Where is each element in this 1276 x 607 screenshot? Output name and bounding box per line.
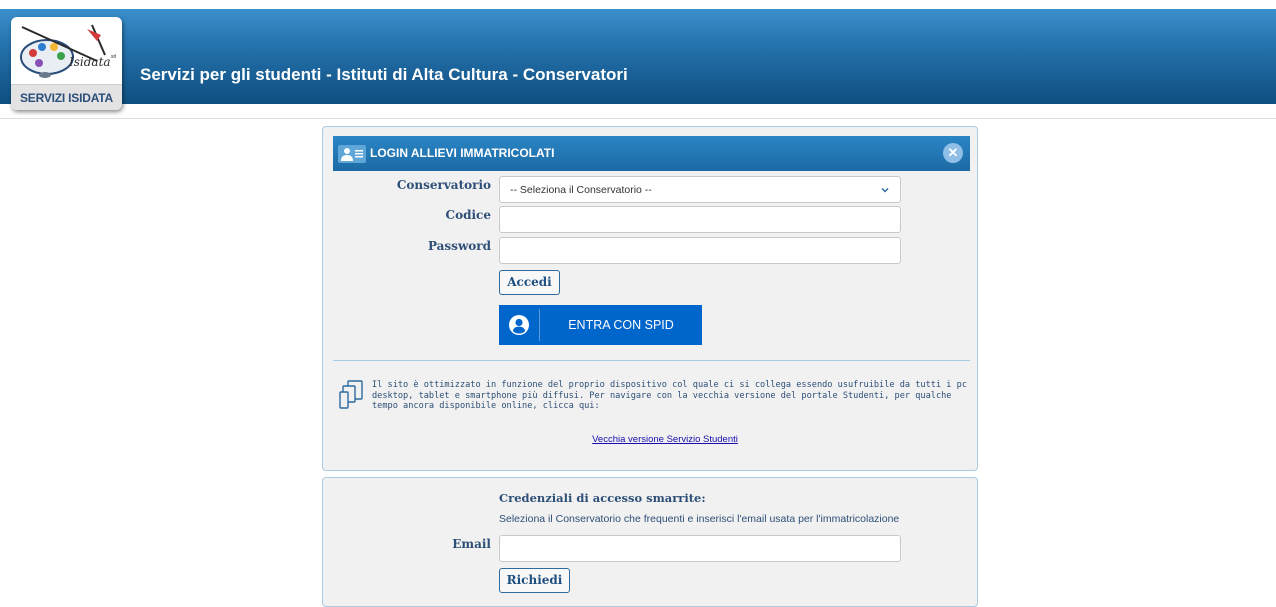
logo-label: SERVIZI ISIDATA [11, 84, 122, 110]
header-separator [0, 118, 1276, 119]
email-label: Email [452, 537, 491, 551]
recover-subtitle: Seleziona il Conservatorio che frequenti… [499, 513, 900, 525]
isidata-logo[interactable]: Isidata srl SERVIZI ISIDATA [11, 17, 122, 110]
logo-wordmark: Isidata [69, 55, 111, 69]
panel-divider [333, 360, 970, 361]
login-panel-header: LOGIN ALLIEVI IMMATRICOLATI ✕ [333, 136, 970, 171]
devices-icon [339, 380, 363, 409]
recover-title: Credenziali di accesso smarrite: [499, 491, 706, 505]
login-panel: LOGIN ALLIEVI IMMATRICOLATI ✕ Conservato… [322, 126, 978, 471]
spid-login-button[interactable]: ENTRA CON SPID [499, 305, 702, 345]
spid-label: ENTRA CON SPID [568, 318, 674, 332]
spid-user-icon [509, 315, 529, 335]
chevron-down-icon [881, 187, 889, 193]
palette-logo-icon [20, 24, 106, 78]
codice-label: Codice [445, 208, 491, 222]
email-input[interactable] [499, 535, 901, 562]
student-card-icon [338, 145, 366, 163]
password-label: Password [427, 239, 491, 253]
logo-superscript: srl [111, 54, 117, 60]
info-text: Il sito è ottimizzato in funzione del pr… [372, 380, 967, 411]
old-version-link[interactable]: Vecchia versione Servizio Studenti [323, 434, 1007, 445]
site-title: Servizi per gli studenti - Istituti di A… [140, 65, 628, 84]
recover-panel: Credenziali di accesso smarrite: Selezio… [322, 477, 978, 607]
conservatorio-selected-value: -- Seleziona il Conservatorio -- [510, 184, 652, 196]
site-header: Servizi per gli studenti - Istituti di A… [0, 9, 1276, 104]
password-input[interactable] [499, 237, 901, 264]
login-title: LOGIN ALLIEVI IMMATRICOLATI [370, 146, 555, 160]
codice-input[interactable] [499, 206, 901, 233]
conservatorio-select[interactable]: -- Seleziona il Conservatorio -- [499, 176, 901, 203]
richiedi-button[interactable]: Richiedi [499, 568, 570, 593]
accedi-button[interactable]: Accedi [499, 270, 560, 295]
close-icon[interactable]: ✕ [943, 143, 963, 163]
conservatorio-label: Conservatorio [396, 178, 491, 192]
top-white-strip [0, 0, 1276, 9]
